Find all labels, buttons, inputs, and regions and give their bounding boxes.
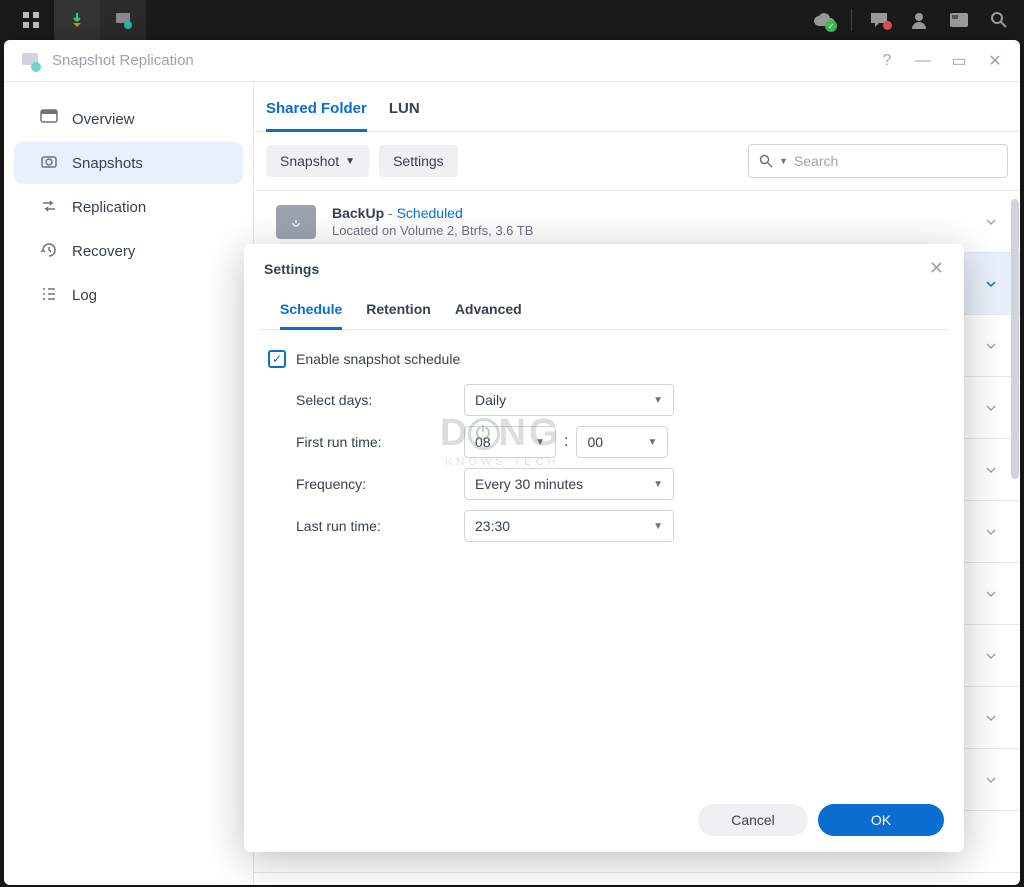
search-system-icon[interactable]: [982, 0, 1016, 40]
help-icon[interactable]: ?: [876, 50, 898, 72]
sidebar-label: Snapshots: [72, 155, 143, 172]
search-icon: [759, 154, 773, 168]
content-tabs: Shared Folder LUN: [254, 82, 1020, 132]
folder-location: Located on Volume 2, Btrfs, 3.6 TB: [332, 223, 968, 238]
select-days-dropdown[interactable]: Daily ▼: [464, 384, 674, 416]
sidebar-item-replication[interactable]: Replication: [14, 186, 243, 228]
dialog-title: Settings: [264, 261, 319, 277]
chevron-down-icon[interactable]: [984, 215, 998, 229]
folder-status: Scheduled: [397, 205, 463, 221]
overview-icon: [40, 109, 60, 129]
frequency-label: Frequency:: [296, 476, 464, 492]
sidebar-item-snapshots[interactable]: Snapshots: [14, 142, 243, 184]
sidebar-item-overview[interactable]: Overview: [14, 98, 243, 140]
caret-down-icon: ▼: [653, 521, 663, 532]
close-icon[interactable]: ✕: [929, 258, 944, 279]
frequency-value: Every 30 minutes: [475, 476, 583, 492]
time-colon: :: [564, 433, 568, 451]
chevron-down-icon[interactable]: [984, 773, 998, 787]
caret-down-icon: ▼: [535, 437, 545, 448]
cloud-ok-badge: ✓: [825, 20, 837, 32]
app-titlebar: Snapshot Replication ? — ▭ ✕: [4, 40, 1020, 82]
first-run-min-value: 00: [587, 434, 603, 450]
maximize-icon[interactable]: ▭: [948, 50, 970, 72]
last-run-dropdown[interactable]: 23:30 ▼: [464, 510, 674, 542]
last-run-label: Last run time:: [296, 518, 464, 534]
caret-down-icon: ▼: [345, 156, 355, 167]
user-icon[interactable]: [902, 0, 936, 40]
app-logo-icon: [18, 49, 42, 73]
search-caret-icon: ▼: [779, 156, 788, 166]
taskbar-divider: [851, 9, 852, 31]
chevron-down-icon[interactable]: [984, 401, 998, 415]
sidebar-label: Overview: [72, 111, 135, 128]
sidebar-label: Log: [72, 287, 97, 304]
chat-notification-badge: [883, 21, 892, 30]
sidebar-item-log[interactable]: Log: [14, 274, 243, 316]
minimize-icon[interactable]: —: [912, 50, 934, 72]
tab-retention[interactable]: Retention: [366, 289, 431, 329]
sidebar-label: Recovery: [72, 243, 135, 260]
system-taskbar: ✓: [0, 0, 1024, 40]
select-days-value: Daily: [475, 392, 506, 408]
settings-button[interactable]: Settings: [379, 145, 458, 177]
ok-button[interactable]: OK: [818, 804, 944, 836]
recovery-icon: [40, 241, 60, 261]
chevron-down-icon[interactable]: [984, 339, 998, 353]
first-run-min-dropdown[interactable]: 00 ▼: [576, 426, 668, 458]
chevron-down-icon[interactable]: [984, 463, 998, 477]
folder-name: BackUp: [332, 205, 384, 221]
chevron-down-icon[interactable]: [984, 525, 998, 539]
close-window-icon[interactable]: ✕: [984, 50, 1006, 72]
cloud-icon[interactable]: ✓: [807, 0, 841, 40]
scrollbar[interactable]: [1010, 191, 1020, 885]
dialog-footer: Cancel OK: [244, 791, 964, 852]
cancel-button[interactable]: Cancel: [698, 804, 808, 836]
select-days-label: Select days:: [296, 392, 464, 408]
frequency-dropdown[interactable]: Every 30 minutes ▼: [464, 468, 674, 500]
caret-down-icon: ▼: [653, 479, 663, 490]
sidebar-item-recovery[interactable]: Recovery: [14, 230, 243, 272]
first-run-hour-dropdown[interactable]: 08 ▼: [464, 426, 556, 458]
first-run-label: First run time:: [296, 434, 464, 450]
dialog-body: ✓ Enable snapshot schedule Select days: …: [244, 330, 964, 791]
widgets-icon[interactable]: [942, 0, 976, 40]
sidebar: Overview Snapshots Replication Recovery …: [4, 82, 254, 885]
chevron-down-icon[interactable]: [984, 277, 998, 291]
log-icon: [40, 285, 60, 305]
sidebar-label: Replication: [72, 199, 146, 216]
toolbar: Snapshot ▼ Settings ▼: [254, 132, 1020, 190]
app-title: Snapshot Replication: [52, 52, 194, 69]
tab-shared-folder[interactable]: Shared Folder: [266, 100, 367, 131]
settings-dialog: Settings ✕ Schedule Retention Advanced ✓…: [244, 244, 964, 852]
snapshot-button-label: Snapshot: [280, 153, 339, 169]
caret-down-icon: ▼: [653, 395, 663, 406]
search-box[interactable]: ▼: [748, 144, 1008, 178]
snapshot-app-icon[interactable]: [100, 0, 146, 40]
scroll-thumb[interactable]: [1011, 199, 1019, 479]
snapshots-icon: [40, 153, 60, 173]
chevron-down-icon[interactable]: [984, 649, 998, 663]
last-run-value: 23:30: [475, 518, 510, 534]
tab-schedule[interactable]: Schedule: [280, 289, 342, 329]
tab-lun[interactable]: LUN: [389, 100, 420, 131]
replication-icon: [40, 197, 60, 217]
snapshot-dropdown-button[interactable]: Snapshot ▼: [266, 145, 369, 177]
download-icon[interactable]: [54, 0, 100, 40]
apps-icon[interactable]: [8, 0, 54, 40]
caret-down-icon: ▼: [648, 437, 658, 448]
enable-schedule-checkbox[interactable]: ✓: [268, 350, 286, 368]
chevron-down-icon[interactable]: [984, 587, 998, 601]
dialog-tabs: Schedule Retention Advanced: [260, 289, 948, 330]
chat-icon[interactable]: [862, 0, 896, 40]
folder-icon: [276, 205, 316, 239]
enable-schedule-label: Enable snapshot schedule: [296, 351, 460, 367]
tab-advanced[interactable]: Advanced: [455, 289, 522, 329]
search-input[interactable]: [794, 153, 997, 169]
first-run-hour-value: 08: [475, 434, 491, 450]
chevron-down-icon[interactable]: [984, 711, 998, 725]
